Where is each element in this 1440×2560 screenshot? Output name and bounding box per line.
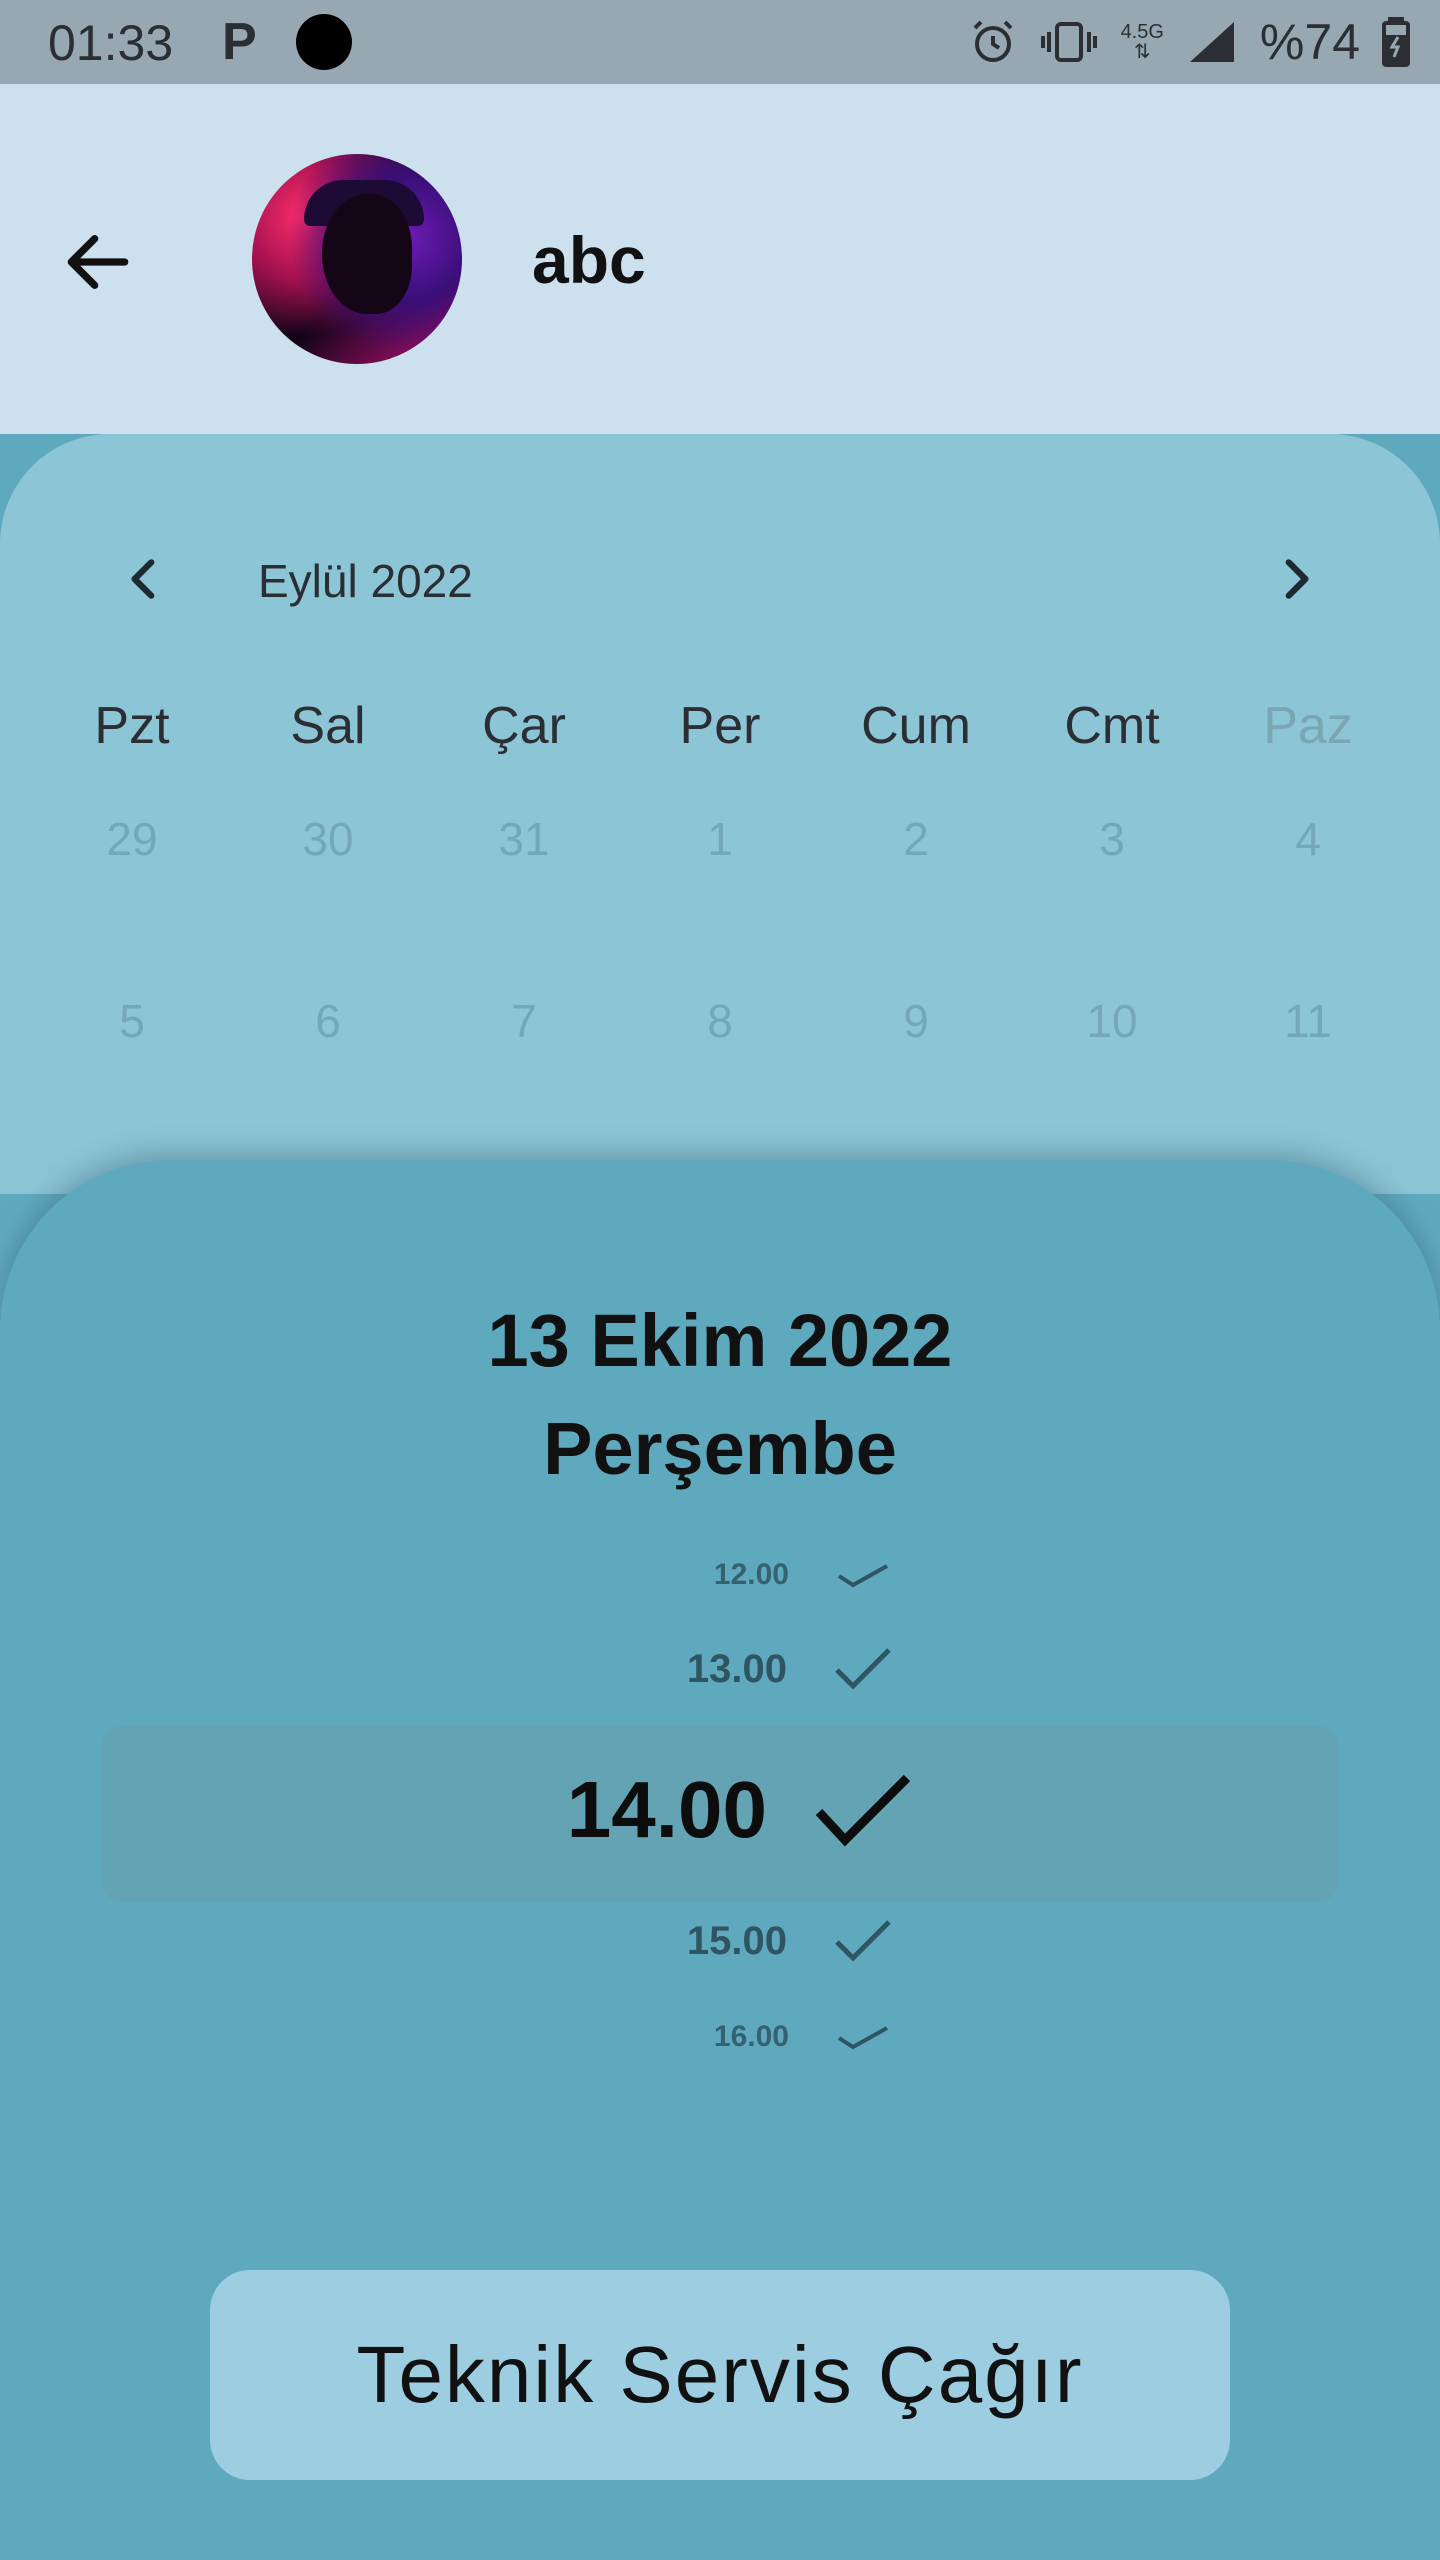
weekday-label: Paz [1263,697,1353,755]
calendar-week-row: 5 6 7 8 9 10 11 [34,994,1406,1048]
weekday-label: Çar [482,697,566,755]
booking-sheet: 13 Ekim 2022 Perşembe 12.00 13.00 14.00 … [0,1160,1440,2560]
status-icons: 4.5G ⇅ %74 [969,12,1410,72]
calendar-day[interactable]: 5 [34,994,230,1048]
time-slot-label: 13.00 [686,1646,787,1691]
status-time: 01:33 [48,15,174,71]
weekday-label: Cmt [1064,697,1160,755]
check-icon [835,1920,891,1962]
chevron-left-icon[interactable] [120,554,170,604]
network-type: 4.5G ⇅ [1120,21,1164,63]
calendar-day[interactable]: 1 [622,812,818,866]
selected-weekday: Perşembe [543,1407,897,1490]
check-icon [835,1648,891,1690]
calendar-day[interactable]: 8 [622,994,818,1048]
time-slot-label: 12.00 [713,1558,789,1591]
alarm-icon [973,20,1012,62]
selected-date: 13 Ekim 2022 [487,1299,953,1382]
chevron-right-icon[interactable] [1270,554,1320,604]
time-slot-label: 15.00 [686,1918,787,1963]
profile-name: abc [532,223,646,297]
weekday-label: Pzt [94,697,170,755]
calendar-day[interactable]: 31 [426,812,622,866]
time-slot[interactable]: 15.00 [0,1918,1440,1964]
calendar-day[interactable]: 7 [426,994,622,1048]
calendar-day[interactable]: 9 [818,994,1014,1048]
calendar-day[interactable]: 30 [230,812,426,866]
header [0,84,1440,434]
calendar-day[interactable]: 10 [1014,994,1210,1048]
call-technical-service-button[interactable]: Teknik Servis Çağır [210,2270,1230,2480]
time-slot[interactable]: 12.00 [0,1558,1440,1592]
notification-dot-icon [296,14,352,70]
calendar-week-row: 29 30 31 1 2 3 4 [34,812,1406,866]
weekday-header: Pzt Sal Çar Per Cum Cmt Paz [34,696,1406,756]
month-label[interactable]: Eylül 2022 [258,554,473,608]
check-icon [815,1774,911,1847]
back-arrow-icon[interactable] [58,222,138,302]
calendar-day[interactable]: 11 [1210,994,1406,1048]
weekday-label: Per [679,697,761,755]
battery-icon [1382,17,1410,67]
weekday-label: Sal [290,697,366,755]
time-slot-selected[interactable]: 14.00 [0,1764,1440,1856]
calendar-day[interactable]: 4 [1210,812,1406,866]
weekday-label: Cum [861,697,971,755]
network-type-label: 4.5G [1120,21,1164,43]
selected-time-label: 14.00 [566,1765,767,1854]
calendar-day[interactable]: 29 [34,812,230,866]
check-icon [837,1564,888,1588]
calendar-panel: Eylül 2022 Pzt Sal Çar Per Cum Cmt Paz 2… [0,434,1440,1194]
calendar-day[interactable]: 2 [818,812,1014,866]
calendar-day[interactable]: 6 [230,994,426,1048]
time-slot[interactable]: 13.00 [0,1646,1440,1692]
calendar-day[interactable]: 3 [1014,812,1210,866]
time-slot-label: 16.00 [713,2020,789,2053]
vibrate-icon [1040,22,1097,62]
avatar-silhouette [322,194,412,314]
time-slot[interactable]: 16.00 [0,2020,1440,2054]
status-bar: 01:33 P 4.5G ⇅ %74 [0,0,1440,84]
check-icon [837,2026,888,2050]
parking-app-icon: P [222,13,257,71]
battery-percent: %74 [1259,14,1360,70]
avatar[interactable] [252,154,462,364]
signal-icon [1189,22,1234,62]
